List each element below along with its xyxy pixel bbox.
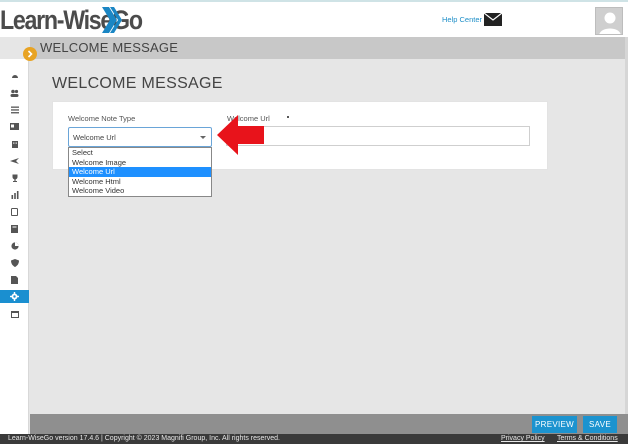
page-heading: WELCOME MESSAGE <box>52 75 223 92</box>
chevrons-logo-icon <box>102 7 122 33</box>
title-bar: WELCOME MESSAGE <box>30 37 628 59</box>
help-center-link[interactable]: Help Center <box>442 15 482 24</box>
id-card-icon <box>10 123 19 130</box>
dashboard-icon <box>11 74 18 78</box>
avatar-silhouette-icon <box>596 8 622 34</box>
save-button[interactable]: SAVE <box>583 416 617 433</box>
terms-link[interactable]: Terms & Conditions <box>557 435 618 442</box>
sidebar-item-calendar[interactable] <box>0 307 29 320</box>
dropdown-option[interactable]: Select <box>69 148 211 158</box>
cursor-dot <box>287 116 289 118</box>
users-icon <box>10 89 19 97</box>
sidebar-item-trophy[interactable] <box>0 171 29 184</box>
building-icon <box>11 140 18 148</box>
footer-copyright: Learn-WiseGo version 17.4.6 | Copyright … <box>8 435 280 442</box>
welcome-note-type-select[interactable]: Welcome Url <box>68 127 212 147</box>
book-icon <box>11 224 18 233</box>
top-header: Learn-WiseGo Help Center <box>0 0 628 37</box>
sidebar-item-building[interactable] <box>0 137 29 150</box>
list-icon <box>10 106 19 113</box>
preview-button[interactable]: PREVIEW <box>532 416 577 433</box>
chevron-right-icon <box>27 50 33 58</box>
sidebar-item-pie-chart[interactable] <box>0 239 29 252</box>
welcome-url-input[interactable] <box>226 126 530 146</box>
shield-icon <box>10 258 19 267</box>
dropdown-option[interactable]: Welcome Html <box>69 177 211 187</box>
privacy-policy-link[interactable]: Privacy Policy <box>501 435 545 442</box>
welcome-note-type-label: Welcome Note Type <box>68 114 136 123</box>
sidebar-toggle-button[interactable] <box>23 47 37 61</box>
footer: Learn-WiseGo version 17.4.6 | Copyright … <box>0 434 628 444</box>
welcome-note-type-dropdown: Select Welcome Image Welcome Url Welcome… <box>68 147 212 197</box>
sidebar-item-plane[interactable] <box>0 154 29 167</box>
red-arrow-icon <box>217 115 264 155</box>
title-bar-title: WELCOME MESSAGE <box>40 40 179 55</box>
sidebar-item-settings[interactable] <box>0 290 29 303</box>
logo[interactable]: Learn-WiseGo <box>0 3 165 37</box>
tablet-icon <box>11 207 18 216</box>
sidebar-item-dashboard[interactable] <box>0 69 29 82</box>
sidebar-item-tablet[interactable] <box>0 205 29 218</box>
sidebar-item-book[interactable] <box>0 222 29 235</box>
bar-chart-icon <box>11 190 18 199</box>
plane-icon <box>10 157 19 164</box>
sidebar-item-shield[interactable] <box>0 256 29 269</box>
sidebar <box>0 59 29 444</box>
sidebar-item-file[interactable] <box>0 273 29 286</box>
mail-icon[interactable] <box>484 13 502 26</box>
pie-chart-icon <box>10 241 19 250</box>
dropdown-option-selected[interactable]: Welcome Url <box>69 167 211 177</box>
dropdown-option[interactable]: Welcome Video <box>69 186 211 196</box>
welcome-note-type-value: Welcome Url <box>73 133 116 142</box>
gear-icon <box>10 292 19 301</box>
file-icon <box>11 275 18 284</box>
calendar-icon <box>10 310 19 318</box>
user-avatar-icon[interactable] <box>595 7 623 35</box>
trophy-icon <box>12 174 17 182</box>
dropdown-option[interactable]: Welcome Image <box>69 158 211 168</box>
sidebar-item-id-card[interactable] <box>0 120 29 133</box>
caret-down-icon <box>200 136 206 139</box>
sidebar-item-users[interactable] <box>0 86 29 99</box>
sidebar-item-bar-chart[interactable] <box>0 188 29 201</box>
sidebar-item-list[interactable] <box>0 103 29 116</box>
